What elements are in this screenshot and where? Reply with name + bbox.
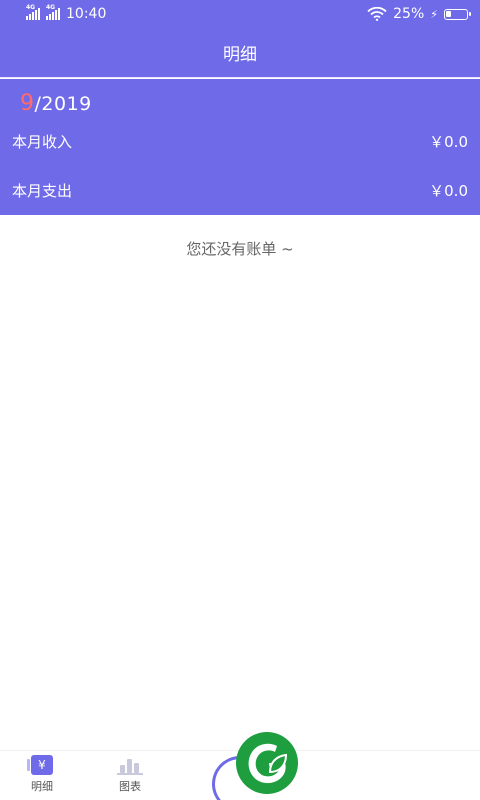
network-type-1: 4G: [26, 4, 36, 11]
tab-bills[interactable]: ¥ 明细: [12, 755, 72, 794]
wifi-icon: [367, 7, 387, 21]
tab-chart[interactable]: 图表: [100, 755, 160, 794]
income-label: 本月收入: [12, 132, 73, 151]
status-time: 10:40: [66, 6, 107, 22]
charging-icon: ⚡: [430, 7, 438, 21]
page-title: 明细: [223, 45, 257, 65]
expense-row: 本月支出 ￥0.0: [12, 178, 468, 202]
status-right: 25% ⚡: [367, 6, 471, 22]
expense-label: 本月支出: [12, 181, 73, 200]
signal-icon-2: 4G: [46, 4, 60, 20]
signal-icon: 4G: [26, 4, 40, 20]
year-text: /2019: [34, 93, 92, 115]
status-bar: 4G 4G 10:40 25% ⚡: [0, 0, 480, 28]
expense-value: ￥0.0: [429, 181, 468, 200]
battery-percent: 25%: [393, 6, 425, 22]
battery-icon: [444, 8, 471, 20]
page-header: 明细: [0, 28, 480, 78]
bill-icon: ¥: [27, 755, 53, 775]
empty-state-message: 您还没有账单 ~: [186, 240, 294, 258]
leaf-logo-icon: [236, 732, 298, 794]
status-left: 4G 4G 10:40: [26, 4, 107, 22]
month-number: 9: [20, 91, 35, 116]
chart-icon: [117, 755, 143, 775]
income-value: ￥0.0: [429, 132, 468, 151]
income-row: 本月收入 ￥0.0: [12, 129, 468, 153]
month-selector[interactable]: 9/2019: [20, 91, 92, 116]
battery-fill: [446, 10, 451, 17]
network-type-2: 4G: [46, 4, 56, 11]
tab-bills-label: 明细: [31, 780, 53, 793]
tab-chart-label: 图表: [119, 780, 141, 793]
monthly-summary: 9/2019 本月收入 ￥0.0 本月支出 ￥0.0: [0, 79, 480, 215]
